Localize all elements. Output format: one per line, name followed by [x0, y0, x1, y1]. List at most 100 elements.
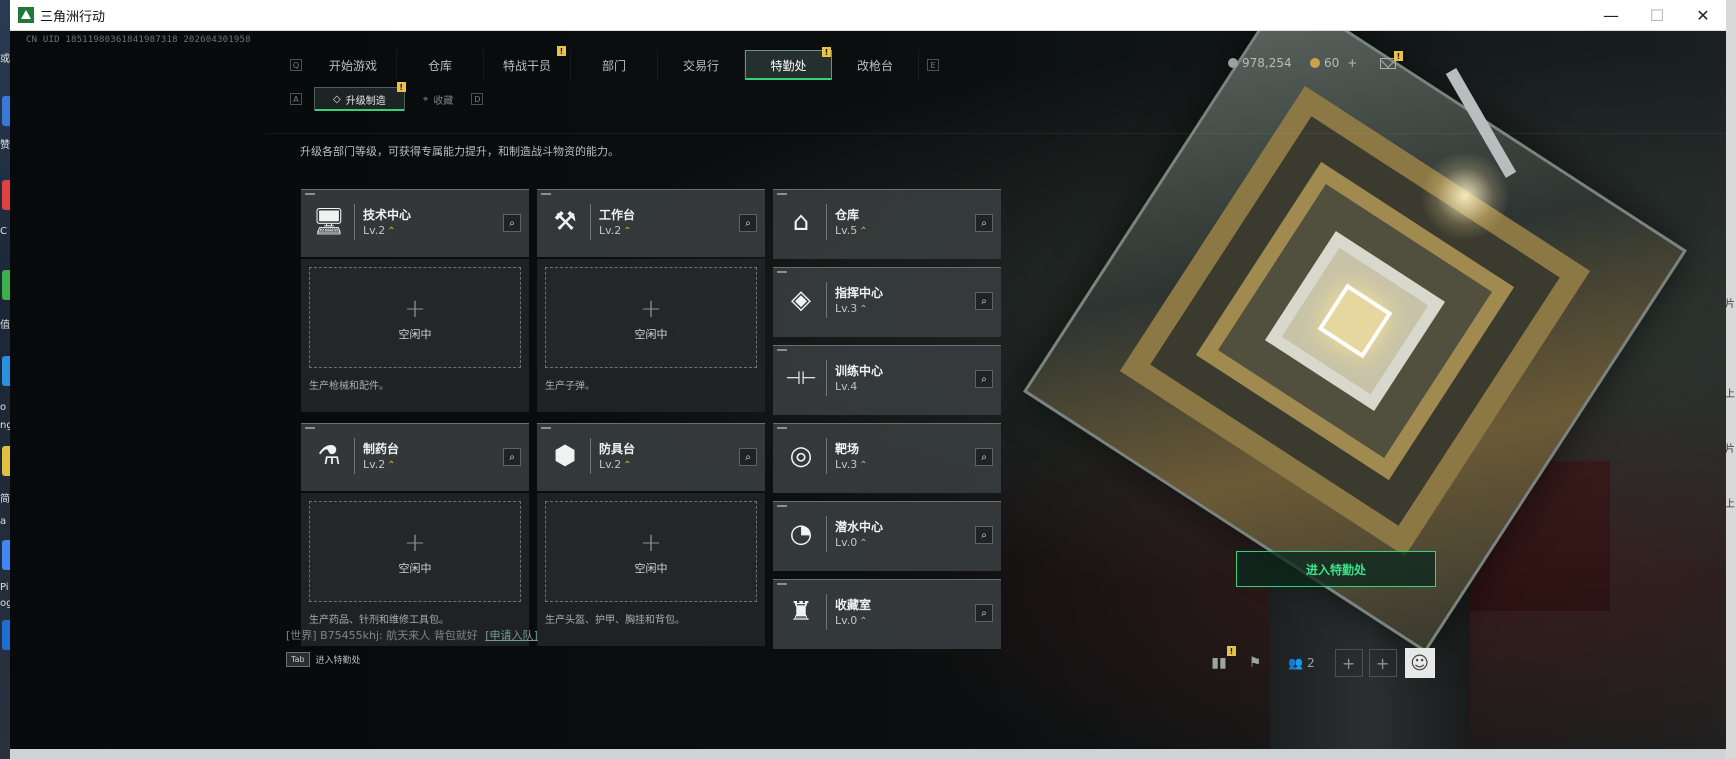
microscope-icon: ⚗ [317, 441, 341, 471]
facility-level: Lv.0 ⌃ [835, 614, 868, 627]
subtab-upgrade-craft[interactable]: ◇ 升级制造 ! [314, 82, 406, 111]
facility-card-warehouse[interactable]: ⌂ 仓库 Lv.5 ⌃ ⌕ [773, 189, 1001, 259]
facility-name: 潜水中心 [835, 520, 884, 534]
minimize-button[interactable]: — [1588, 0, 1634, 31]
chat-message: B75455khj: 航天来人 背包就好 [320, 629, 478, 642]
coin-icon [1228, 58, 1238, 68]
facility-name: 制药台 [363, 442, 400, 456]
level-text: Lv.3 [835, 458, 858, 471]
card-corner [777, 271, 787, 273]
tab-special-ops[interactable]: 特勤处! [745, 47, 832, 80]
desktop-label: 片 [1725, 444, 1735, 455]
desktop-label: 或 [0, 54, 10, 65]
tab-label: 开始游戏 [328, 58, 377, 73]
flag-icon[interactable]: ⚑ [1244, 652, 1266, 674]
add-party-button[interactable]: + [1368, 649, 1397, 677]
search-icon[interactable]: ⌕ [739, 448, 757, 466]
tab-hint[interactable]: Tab 进入特勤处 [286, 652, 361, 667]
search-icon[interactable]: ⌕ [975, 292, 993, 310]
tab-label: 改枪台 [856, 58, 893, 73]
facility-card-tech-center[interactable]: 🖥 技术中心 Lv.2 ⌃ ⌕ [301, 189, 529, 257]
close-button[interactable]: ✕ [1680, 0, 1726, 31]
coin-balance[interactable]: 978,254 [1228, 56, 1292, 70]
tab-operators[interactable]: 特战干员! [484, 46, 571, 80]
facility-name: 技术中心 [363, 208, 412, 222]
slot-status: 空闲中 [398, 562, 432, 575]
production-panel: + 空闲中 生产药品、针剂和维修工具包。 [301, 493, 529, 646]
add-party-button[interactable]: + [1334, 649, 1363, 677]
card-divider [826, 204, 827, 240]
title-bar[interactable]: 三角洲行动 — ☐ ✕ [10, 0, 1726, 31]
subtab-collection[interactable]: ⌖ 收藏 [405, 87, 472, 111]
subtab-label: 收藏 [433, 95, 454, 107]
facility-name: 收藏室 [835, 598, 872, 612]
tab-hint-label: 进入特勤处 [315, 656, 361, 666]
ticket-balance[interactable]: 60 + [1310, 56, 1357, 70]
search-icon[interactable]: ⌕ [975, 370, 993, 388]
production-slot[interactable]: + 空闲中 [545, 501, 757, 602]
card-corner [777, 349, 787, 351]
subtab-right-key-hint[interactable]: D [471, 93, 484, 105]
slot-description: 生产枪械和配件。 [309, 381, 389, 392]
search-icon[interactable]: ⌕ [975, 604, 993, 622]
search-icon[interactable]: ⌕ [503, 214, 521, 232]
game-window: 三角洲行动 — ☐ ✕ CN UID 18511980361841987318 … [10, 0, 1726, 759]
search-icon[interactable]: ⌕ [975, 214, 993, 232]
notification-badge: ! [557, 46, 566, 56]
facility-card-workbench[interactable]: ⚒ 工作台 Lv.2 ⌃ ⌕ [537, 189, 765, 257]
facility-card-command-center[interactable]: ◈ 指挥中心 Lv.3 ⌃ ⌕ [773, 267, 1001, 337]
facility-card-diving-center[interactable]: ◔ 潜水中心 Lv.0 ⌃ ⌕ [773, 501, 1001, 571]
coin-amount: 978,254 [1242, 56, 1292, 70]
tab-label: 特勤处 [770, 58, 807, 73]
desktop-label: o [0, 402, 7, 413]
production-slot[interactable]: + 空闲中 [309, 267, 521, 368]
search-icon[interactable]: ⌕ [503, 448, 521, 466]
card-corner [777, 583, 787, 585]
pin-icon: ⌖ [422, 93, 429, 105]
add-currency-button[interactable]: + [1347, 56, 1357, 70]
ticket-icon [1310, 58, 1320, 68]
facility-card-shooting-range[interactable]: ◎ 靶场 Lv.3 ⌃ ⌕ [773, 423, 1001, 493]
upgrade-icon: ⌃ [623, 460, 632, 471]
tab-department[interactable]: 部门 [571, 50, 658, 80]
facility-level: Lv.2 ⌃ [599, 458, 632, 471]
warehouse-icon: ⌂ [792, 207, 810, 237]
production-slot[interactable]: + 空闲中 [309, 501, 521, 602]
facility-card-training-center[interactable]: ⊣⊢ 训练中心 Lv.4 ⌕ [773, 345, 1001, 415]
light-glow [1420, 151, 1510, 241]
tab-warehouse[interactable]: 仓库 [397, 50, 484, 80]
join-team-link[interactable]: [申请入队] [485, 629, 538, 642]
level-text: Lv.5 [835, 224, 858, 237]
world-chat[interactable]: [世界] B75455khj: 航天来人 背包就好 [申请入队] [286, 627, 538, 643]
facility-level: Lv.3 ⌃ [835, 458, 868, 471]
nav-right-key-hint[interactable]: E [927, 59, 939, 71]
card-divider [826, 594, 827, 630]
facility-name: 防具台 [599, 442, 636, 456]
facility-card-collection-room[interactable]: ♜ 收藏室 Lv.0 ⌃ ⌕ [773, 579, 1001, 649]
stats-icon[interactable]: ▮▮ ! [1208, 646, 1236, 674]
player-avatar[interactable]: ☺ [1404, 648, 1435, 678]
facility-card-armor-bench[interactable]: ⬢ 防具台 Lv.2 ⌃ ⌕ [537, 423, 765, 491]
tab-label: 仓库 [427, 58, 452, 73]
friends-button[interactable]: 👥 2 [1288, 652, 1315, 674]
tab-start-game[interactable]: 开始游戏 [310, 50, 397, 80]
card-divider [590, 438, 591, 474]
subtab-left-key-hint[interactable]: A [290, 93, 302, 105]
card-corner [541, 427, 551, 429]
maximize-button[interactable]: ☐ [1634, 0, 1680, 31]
ticket-amount: 60 [1324, 56, 1340, 70]
search-icon[interactable]: ⌕ [739, 214, 757, 232]
tab-exchange[interactable]: 交易行 [658, 50, 745, 80]
card-corner [777, 427, 787, 429]
slot-status: 空闲中 [634, 562, 668, 575]
facility-card-pharmacy[interactable]: ⚗ 制药台 Lv.2 ⌃ ⌕ [301, 423, 529, 491]
production-panel: + 空闲中 生产头盔、护甲、胸挂和背包。 [537, 493, 765, 646]
search-icon[interactable]: ⌕ [975, 448, 993, 466]
nav-left-key-hint[interactable]: Q [290, 59, 302, 71]
window-controls: — ☐ ✕ [1588, 0, 1726, 31]
tab-gunsmith[interactable]: 改枪台 [832, 50, 919, 80]
enter-special-ops-button[interactable]: 进入特勤处 [1236, 551, 1436, 587]
facility-name: 训练中心 [835, 364, 884, 378]
production-slot[interactable]: + 空闲中 [545, 267, 757, 368]
search-icon[interactable]: ⌕ [975, 526, 993, 544]
